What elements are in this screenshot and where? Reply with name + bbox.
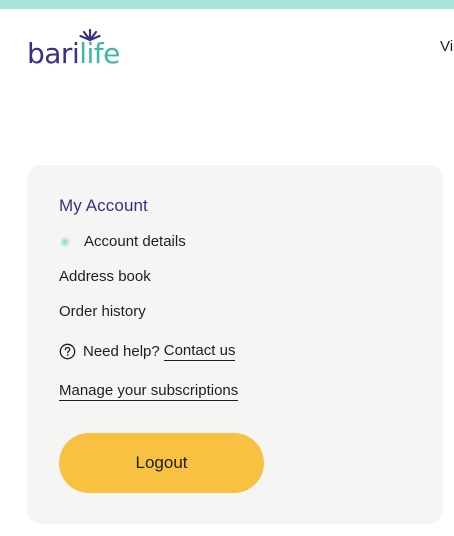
logo-wordmark-life: life [79, 37, 120, 70]
top-accent-bar [0, 0, 454, 9]
logo-wordmark-bari: bari [27, 37, 80, 70]
menu-item-account-details[interactable]: Account details [59, 233, 186, 250]
help-row: Need help? Contact us [59, 342, 236, 361]
brand-logo[interactable]: bari life [27, 28, 120, 68]
menu-item-address-book[interactable]: Address book [59, 268, 151, 285]
logo-wordmark: bari life [27, 40, 120, 68]
contact-us-link[interactable]: Contact us [163, 342, 236, 361]
menu-item-label: Account details [84, 233, 186, 250]
account-menu-title: My Account [59, 196, 148, 215]
account-menu-card: My Account Account details Address book … [27, 165, 443, 524]
menu-item-order-history[interactable]: Order history [59, 303, 146, 320]
help-text: Need help? [83, 343, 160, 360]
manage-subscriptions-link[interactable]: Manage your subscriptions [59, 382, 239, 401]
question-circle-icon [59, 343, 76, 360]
active-indicator-icon [60, 236, 70, 247]
logout-button[interactable]: Logout [59, 433, 264, 493]
nav-link-partial[interactable]: Vi [440, 38, 453, 55]
logo-burst-icon [79, 28, 101, 42]
